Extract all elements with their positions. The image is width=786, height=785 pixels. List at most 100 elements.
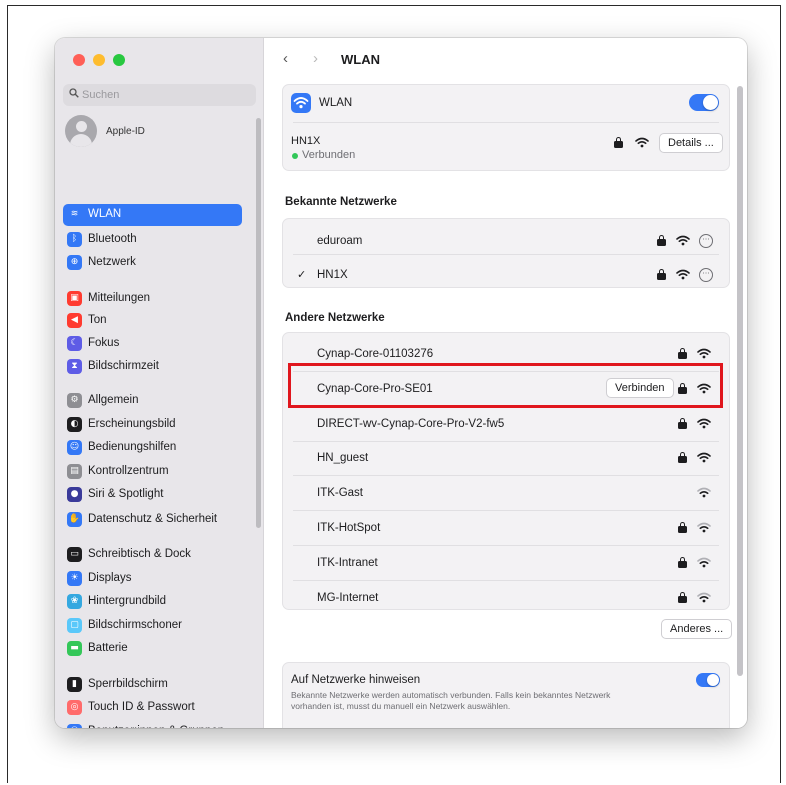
sidebar-item-batterie[interactable]: ▬ Batterie (63, 638, 242, 660)
notify-toggle[interactable] (696, 673, 720, 687)
hand-icon: ✋ (67, 512, 82, 527)
sidebar-item-ton[interactable]: ◀ Ton (63, 310, 242, 332)
dock-icon: ▭ (67, 547, 82, 562)
wlan-card: WLAN HN1X Verbunden Details ... (282, 84, 730, 171)
wifi-signal-icon (697, 418, 711, 428)
sidebar-item-label: Siri & Spotlight (88, 488, 164, 500)
sidebar-item-netzwerk[interactable]: ⊕ Netzwerk (63, 252, 242, 274)
main-scrollbar[interactable] (737, 86, 743, 676)
sidebar-item-datenschutz-sicherheit[interactable]: ✋ Datenschutz & Sicherheit (63, 509, 242, 531)
notify-card: Auf Netzwerke hinweisen Bekannte Netzwer… (282, 662, 730, 728)
lock-icon (614, 137, 623, 148)
other-network-row[interactable]: ITK-Gast (283, 476, 729, 508)
divider (293, 122, 719, 123)
sidebar-item-label: Bluetooth (88, 233, 137, 245)
other-network-button[interactable]: Anderes ... (661, 619, 733, 639)
fingerprint-icon: ◎ (67, 700, 82, 715)
sun-icon: ☀ (67, 571, 82, 586)
sidebar-item-label: Fokus (88, 337, 120, 349)
other-network-row[interactable]: HN_guest (283, 441, 729, 473)
sidebar-item-touch-id-passwort[interactable]: ◎ Touch ID & Passwort (63, 697, 242, 719)
battery-icon: ▬ (67, 641, 82, 656)
sidebar-item-label: Allgemein (88, 394, 139, 406)
siri-icon: ● (67, 487, 82, 502)
sidebar-item-benutzer-innen-gruppen[interactable]: ⚇ Benutzer:innen & Gruppen (63, 721, 242, 728)
sidebar-item-erscheinungsbild[interactable]: ◐ Erscheinungsbild (63, 414, 242, 436)
other-network-row[interactable]: ITK-HotSpot (283, 511, 729, 543)
minimize-window-button[interactable] (93, 54, 105, 66)
sidebar-item-allgemein[interactable]: ⚙ Allgemein (63, 390, 242, 412)
current-network-name: HN1X (291, 135, 321, 147)
sidebar-item-label: Batterie (88, 642, 128, 654)
more-options-icon[interactable]: ··· (699, 234, 713, 248)
forward-button[interactable]: › (313, 50, 318, 67)
other-network-row[interactable]: ITK-Intranet (283, 546, 729, 578)
sidebar-scrollbar[interactable] (256, 118, 261, 528)
search-input[interactable]: Suchen (63, 84, 256, 106)
sidebar-item-bedienungshilfen[interactable]: ☺ Bedienungshilfen (63, 437, 242, 459)
checkmark-icon: ✓ (297, 269, 307, 281)
network-name: ITK-Intranet (317, 556, 378, 569)
network-name: DIRECT-wv-Cynap-Core-Pro-V2-fw5 (317, 417, 505, 430)
hourglass-icon: ⧗ (67, 359, 82, 374)
details-button[interactable]: Details ... (659, 133, 723, 153)
network-name: HN1X (317, 269, 348, 281)
sidebar-item-label: Kontrollzentrum (88, 465, 169, 477)
notifications-icon: ▣ (67, 291, 82, 306)
sidebar-item-label: Bildschirmschoner (88, 619, 182, 631)
wifi-signal-icon (676, 269, 690, 280)
sidebar-item-bildschirmzeit[interactable]: ⧗ Bildschirmzeit (63, 356, 242, 378)
lock-icon (678, 348, 687, 359)
notify-title: Auf Netzwerke hinweisen (291, 674, 421, 686)
sidebar-item-wlan[interactable]: ≋ WLAN (63, 204, 242, 226)
globe-icon: ⊕ (67, 255, 82, 270)
sidebar-item-hintergrundbild[interactable]: ❀ Hintergrundbild (63, 591, 242, 613)
known-network-row[interactable]: ✓ HN1X ··· (283, 259, 729, 291)
network-name: Cynap-Core-01103276 (317, 348, 434, 360)
sidebar-item-sperrbildschirm[interactable]: ▮ Sperrbildschirm (63, 674, 242, 696)
back-button[interactable]: ‹ (283, 50, 288, 67)
sidebar-item-kontrollzentrum[interactable]: ▤ Kontrollzentrum (63, 461, 242, 483)
sidebar-item-displays[interactable]: ☀ Displays (63, 568, 242, 590)
wifi-signal-icon (697, 522, 711, 533)
sidebar-item-bildschirmschoner[interactable]: ▢ Bildschirmschoner (63, 615, 242, 637)
network-name: ITK-HotSpot (317, 522, 381, 534)
bluetooth-icon: ᛒ (67, 232, 82, 247)
network-name: MG-Internet (317, 591, 379, 604)
close-window-button[interactable] (73, 54, 85, 66)
sidebar-item-bluetooth[interactable]: ᛒ Bluetooth (63, 229, 242, 251)
divider (293, 254, 719, 255)
sidebar-item-schreibtisch-dock[interactable]: ▭ Schreibtisch & Dock (63, 544, 242, 566)
known-network-row[interactable]: eduroam ··· (283, 225, 729, 257)
other-network-row[interactable]: MG-Internet (283, 581, 729, 613)
apple-id-item[interactable]: Apple-ID (65, 115, 255, 149)
wifi-icon: ≋ (70, 209, 79, 219)
sidebar-item-fokus[interactable]: ☾ Fokus (63, 333, 242, 355)
wlan-label: WLAN (319, 97, 353, 109)
sidebar-item-mitteilungen[interactable]: ▣ Mitteilungen (63, 288, 242, 310)
sidebar-item-label: Mitteilungen (88, 292, 151, 304)
notify-description-1: Bekannte Netzwerke werden automatisch ve… (291, 690, 611, 700)
more-options-icon[interactable]: ··· (699, 268, 713, 282)
network-name: HN_guest (317, 452, 369, 465)
highlight-box (288, 363, 723, 408)
other-network-row[interactable]: DIRECT-wv-Cynap-Core-Pro-V2-fw5 (283, 407, 729, 439)
speaker-icon: ◀ (67, 313, 82, 328)
sidebar-item-label: Erscheinungsbild (88, 418, 176, 430)
known-networks-card: eduroam ··· ✓ HN1X ··· (282, 218, 730, 288)
sidebar-item-siri-spotlight[interactable]: ● Siri & Spotlight (63, 484, 242, 506)
sidebar: Suchen Apple-ID ≋ WLAN ᛒ Bluetooth ⊕ Netzwerk… (55, 38, 264, 728)
wifi-signal-icon (697, 348, 711, 359)
wifi-signal-icon (697, 557, 711, 568)
sidebar-item-label: Bildschirmzeit (88, 360, 159, 372)
zoom-window-button[interactable] (113, 54, 125, 66)
wlan-toggle[interactable] (689, 94, 719, 111)
sidebar-item-label: Netzwerk (88, 256, 136, 268)
lock-icon (678, 452, 687, 464)
sidebar-item-label: WLAN (88, 208, 122, 220)
appearance-icon: ◐ (67, 417, 82, 432)
sidebar-item-label: Sperrbildschirm (88, 678, 168, 690)
lock-icon (657, 269, 666, 280)
lock-icon (678, 556, 687, 568)
wifi-signal-icon (697, 453, 711, 463)
